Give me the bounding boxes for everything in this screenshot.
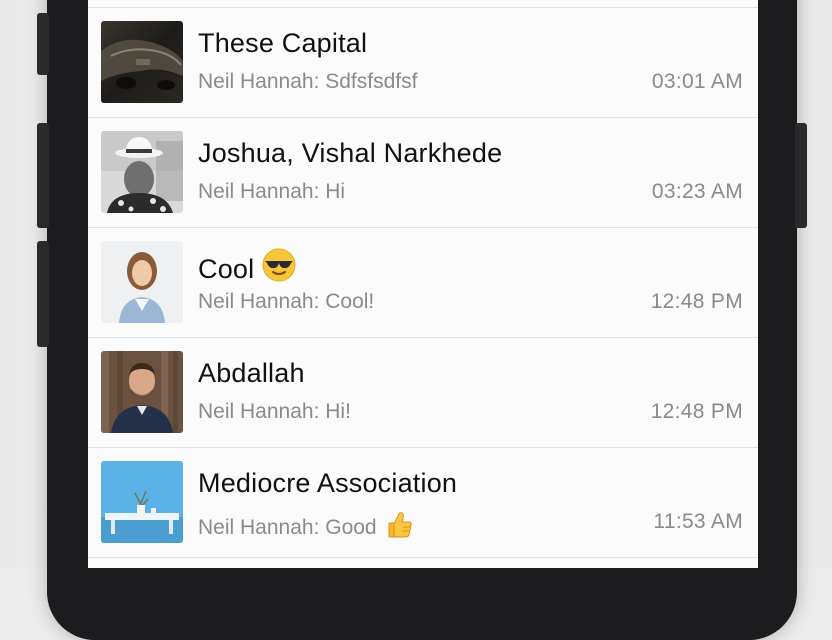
chat-preview: Neil Hannah: Cool! (198, 290, 375, 313)
chat-row-abdallah[interactable]: Abdallah Neil Hannah: Hi! 12:48 PM (88, 338, 758, 448)
chat-timestamp: 12:48 PM (650, 400, 743, 423)
chat-title: Joshua, Vishal Narkhede (198, 138, 503, 168)
chat-preview: Neil Hannah: Hi! (198, 400, 351, 423)
volume-down-button (37, 241, 49, 347)
thumbs-up-emoji-icon (383, 510, 413, 546)
mute-switch (37, 13, 49, 75)
power-button (795, 123, 807, 228)
woman-portrait-photo-icon (101, 241, 183, 323)
chat-title: Abdallah (198, 358, 305, 388)
chat-row-mediocre-association[interactable]: Mediocre Association Neil Hannah: Good 1… (88, 448, 758, 558)
chat-preview: Neil Hannah: Good (198, 510, 413, 546)
chat-preview: Neil Hannah: Sdfsfsdfsf (198, 70, 418, 93)
chat-list[interactable]: These Capital Neil Hannah: Sdfsfsdfsf 03… (88, 8, 758, 558)
man-with-hat-photo-icon (101, 131, 183, 213)
sunglasses-emoji-icon (262, 248, 296, 289)
chat-timestamp: 03:01 AM (651, 70, 743, 93)
chat-preview: Neil Hannah: Hi (198, 180, 346, 203)
car-photo-icon (101, 21, 183, 103)
chat-timestamp: 03:23 AM (651, 180, 743, 203)
blue-room-photo-icon (101, 461, 183, 543)
chat-timestamp: 11:53 AM (653, 510, 743, 533)
volume-up-button (37, 123, 49, 228)
chat-row-these-capital[interactable]: These Capital Neil Hannah: Sdfsfsdfsf 03… (88, 8, 758, 118)
chat-row-joshua-vishal[interactable]: Joshua, Vishal Narkhede Neil Hannah: Hi … (88, 118, 758, 228)
chat-timestamp: 12:48 PM (650, 290, 743, 313)
chat-list-screen: These Capital Neil Hannah: Sdfsfsdfsf 03… (88, 0, 758, 568)
man-portrait-photo-icon (101, 351, 183, 433)
chat-title: Cool (198, 248, 296, 289)
chat-row-cool[interactable]: Cool Neil Hannah: Cool! 12:48 PM (88, 228, 758, 338)
chat-title: These Capital (198, 28, 368, 58)
chat-title: Mediocre Association (198, 468, 458, 498)
